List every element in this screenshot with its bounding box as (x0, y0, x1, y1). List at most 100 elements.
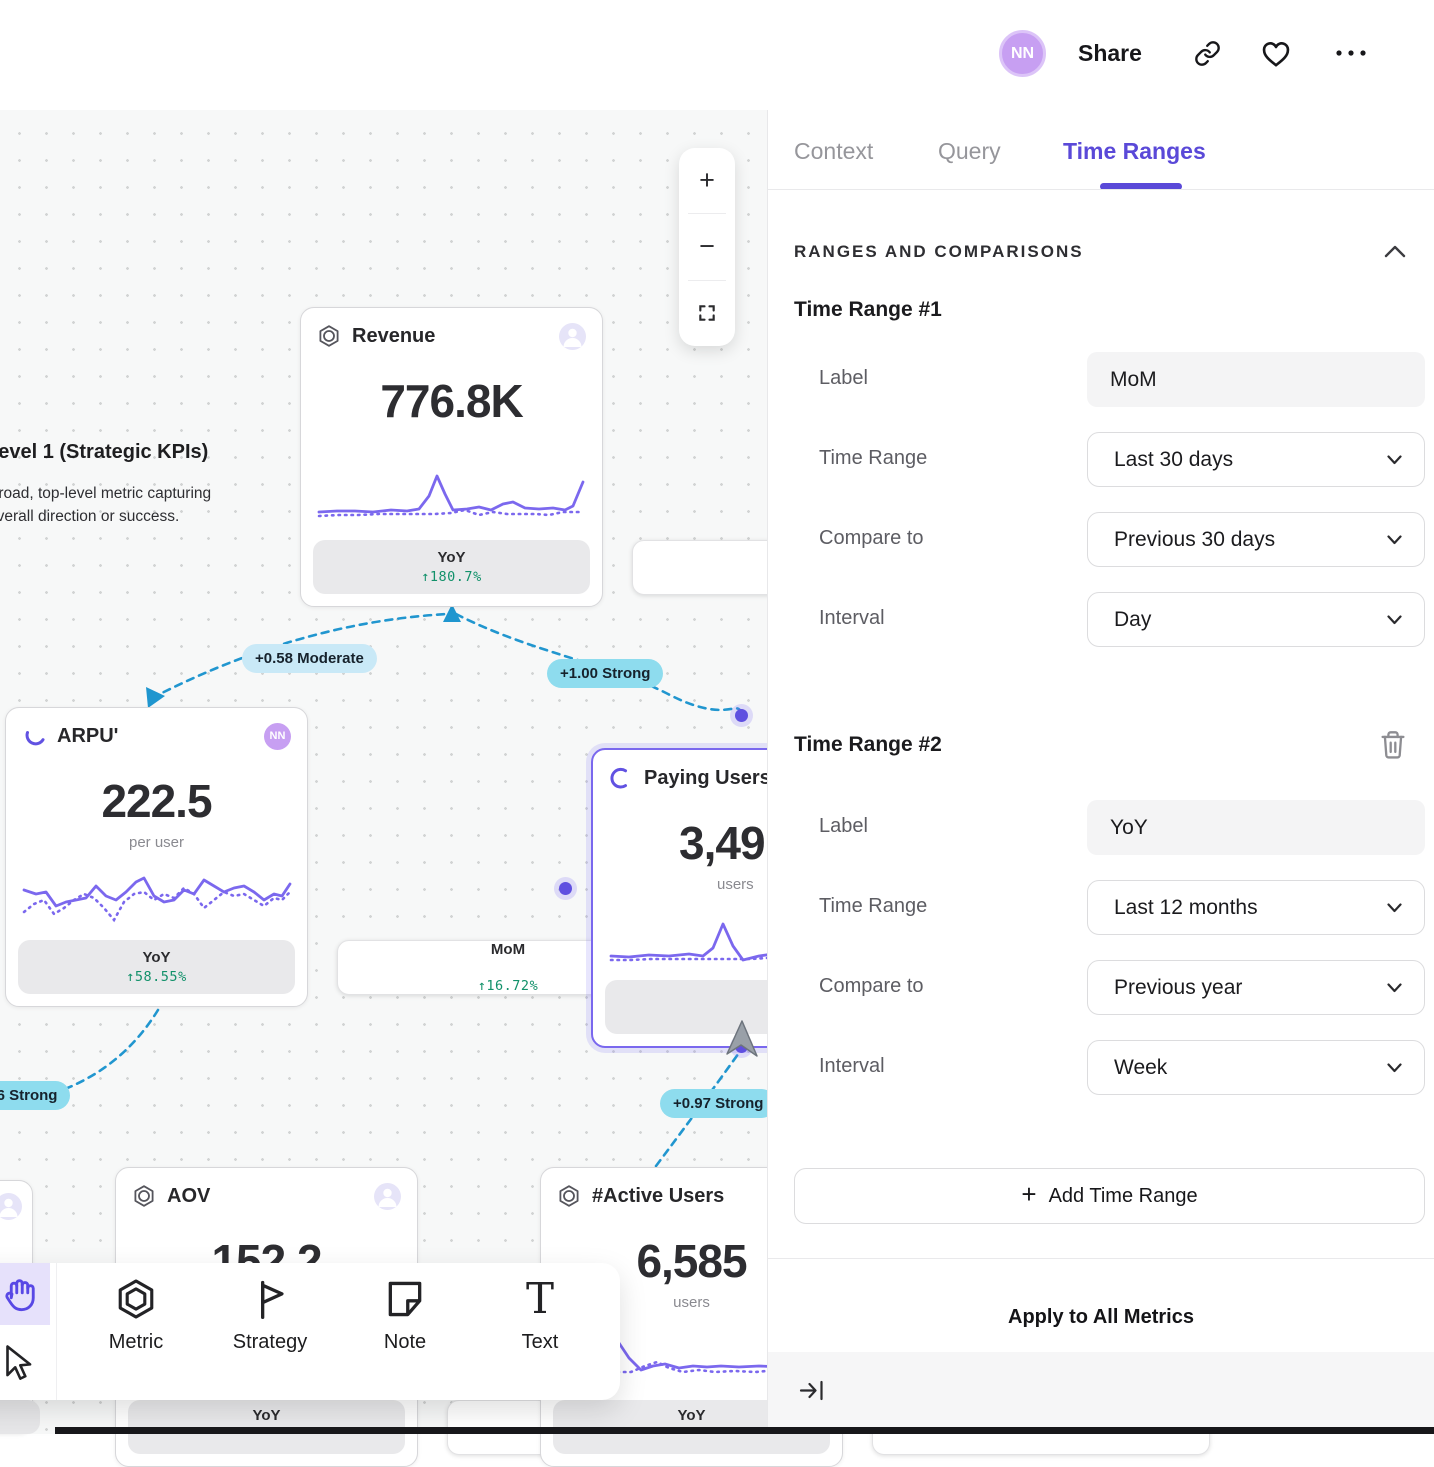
mouse-cursor (724, 1018, 766, 1064)
connector-handle[interactable] (559, 882, 572, 895)
card-title: AOV (167, 1185, 210, 1208)
chip-label: YoY (252, 1407, 280, 1424)
compare-to-select[interactable]: Previous 30 days (1087, 512, 1425, 567)
collapse-panel-icon[interactable] (799, 1378, 826, 1403)
select-value: Previous year (1114, 976, 1242, 1000)
link-icon[interactable] (1194, 40, 1221, 67)
time-range-1-title: Time Range #1 (794, 298, 942, 322)
note-tool[interactable]: Note (345, 1277, 465, 1354)
chip-value: ↑16.72% (478, 978, 538, 994)
comparison-toggle: MoM ↑16.72% YoY ↑58.55% (18, 940, 295, 994)
card-title: Revenue (352, 325, 435, 348)
field-label: Compare to (819, 527, 924, 550)
apply-all-metrics-button[interactable]: Apply to All Metrics (768, 1306, 1434, 1329)
tool-label: Text (522, 1331, 559, 1354)
divider (768, 189, 1434, 190)
chip-yoy[interactable]: YoY ↑58.55% (18, 940, 295, 994)
more-options-icon[interactable] (1334, 48, 1368, 58)
chevron-down-icon (1387, 983, 1402, 993)
text-tool-icon: T (526, 1277, 554, 1321)
chevron-down-icon (1387, 455, 1402, 465)
collaborator-badge: NN (264, 723, 291, 750)
select-value: Previous 30 days (1114, 528, 1275, 552)
fit-view-button[interactable] (679, 281, 735, 346)
delete-time-range-icon[interactable] (1379, 730, 1407, 760)
sparkline (315, 460, 590, 530)
zoom-in-button[interactable]: + (679, 148, 735, 213)
correlation-label: +0.97 Strong (673, 1095, 763, 1112)
metric-icon (557, 1184, 581, 1208)
tab-query[interactable]: Query (938, 138, 1001, 165)
metric-value: 776.8K (301, 374, 602, 428)
app-header: NN Share (0, 0, 1434, 110)
plus-icon: + (1021, 1179, 1036, 1210)
tab-context[interactable]: Context (794, 138, 873, 165)
label-input[interactable]: YoY (1087, 800, 1425, 855)
tool-label: Metric (109, 1331, 163, 1354)
tab-time-ranges[interactable]: Time Ranges (1063, 138, 1206, 165)
chip-label: YoY (677, 1407, 705, 1424)
correlation-badge: +0.97 Strong (660, 1089, 776, 1118)
user-avatar[interactable]: NN (999, 30, 1046, 77)
field-label: Time Range (819, 895, 927, 918)
label-input-value: MoM (1110, 368, 1157, 392)
metric-icon (132, 1184, 156, 1208)
metric-icon (317, 324, 341, 348)
field-label: Label (819, 815, 868, 838)
label-input[interactable]: MoM (1087, 352, 1425, 407)
field-label: Time Range (819, 447, 927, 470)
chevron-down-icon (1387, 903, 1402, 913)
metric-card-arpu[interactable]: ARPU' NN 222.5 per user MoM ↑16.72% YoY … (5, 707, 308, 1007)
chip-value: ↑58.55% (126, 969, 186, 985)
field-label: Compare to (819, 975, 924, 998)
time-range-2-title: Time Range #2 (794, 733, 942, 757)
add-time-range-button[interactable]: + Add Time Range (794, 1168, 1425, 1224)
metric-unit: per user (6, 834, 307, 851)
strategy-tool[interactable]: Strategy (210, 1277, 330, 1354)
card-header: AOV (116, 1168, 417, 1224)
metric-value: 222.5 (6, 774, 307, 828)
divider (56, 1263, 57, 1400)
select-value: Day (1114, 608, 1151, 632)
section-title: RANGES AND COMPARISONS (794, 242, 1084, 262)
favorite-icon[interactable] (1261, 40, 1291, 68)
metric-card-revenue[interactable]: Revenue 776.8K MoM ↑31.57% YoY ↑180.7% (300, 307, 603, 607)
select-value: Last 12 months (1114, 896, 1258, 920)
settings-panel: Context Query Time Ranges RANGES AND COM… (767, 110, 1434, 1434)
chip-label: MoM (491, 941, 525, 958)
text-tool[interactable]: T Text (480, 1277, 600, 1354)
time-range-select[interactable]: Last 30 days (1087, 432, 1425, 487)
metric-tool[interactable]: Metric (76, 1277, 196, 1354)
chip-yoy[interactable]: YoY ↑180.7% (313, 540, 590, 594)
field-label: Label (819, 367, 868, 390)
owner-avatar (374, 1183, 401, 1210)
comparison-toggle: MoM ↑31.57% YoY ↑180.7% (313, 540, 590, 594)
zoom-controls: + − (679, 148, 735, 346)
card-header: ARPU' NN (6, 708, 307, 764)
interval-select[interactable]: Week (1087, 1040, 1425, 1095)
share-button[interactable]: Share (1078, 40, 1142, 67)
interval-select[interactable]: Day (1087, 592, 1425, 647)
time-range-select[interactable]: Last 12 months (1087, 880, 1425, 935)
compare-to-select[interactable]: Previous year (1087, 960, 1425, 1015)
metric-unit: users (717, 876, 754, 893)
card-header: Revenue (301, 308, 602, 364)
owner-avatar (0, 1193, 22, 1220)
zoom-out-button[interactable]: − (679, 214, 735, 279)
window-edge (55, 1427, 1434, 1434)
chip-label: YoY (142, 949, 170, 966)
chevron-down-icon (1387, 615, 1402, 625)
correlation-badge: +0.66 Strong (0, 1081, 70, 1110)
metric-value: 3,49 (679, 816, 765, 870)
chevron-up-icon[interactable] (1384, 244, 1406, 258)
canvas-note-title: Level 1 (Strategic KPIs) (0, 441, 208, 464)
hand-tool[interactable] (0, 1263, 50, 1325)
correlation-label: +0.58 Moderate (255, 650, 364, 667)
connector-handle[interactable] (735, 709, 748, 722)
correlation-label: +0.66 Strong (0, 1087, 57, 1104)
select-tool[interactable] (0, 1331, 50, 1393)
label-input-value: YoY (1110, 816, 1148, 840)
field-label: Interval (819, 607, 885, 630)
chip-value: ↑180.7% (421, 569, 481, 585)
select-value: Week (1114, 1056, 1167, 1080)
